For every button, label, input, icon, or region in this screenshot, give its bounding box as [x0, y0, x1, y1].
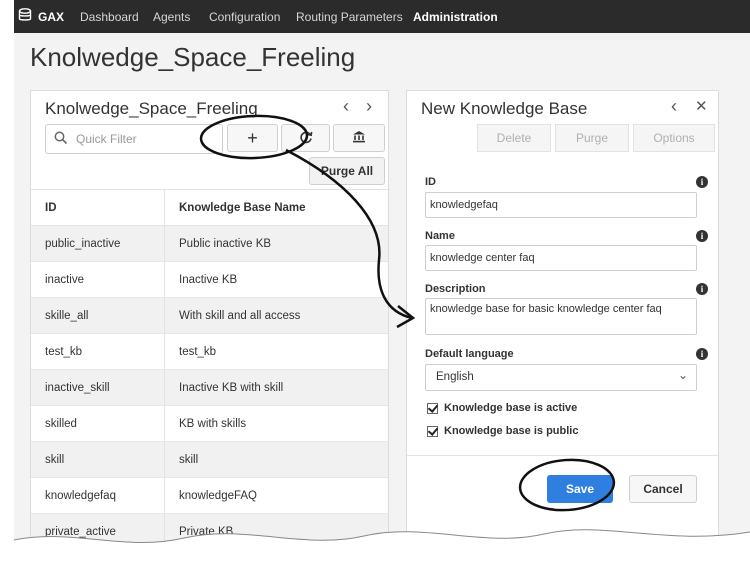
- torn-edge: [14, 529, 750, 570]
- app-window: GAX Dashboard Agents Configuration Routi…: [14, 0, 750, 570]
